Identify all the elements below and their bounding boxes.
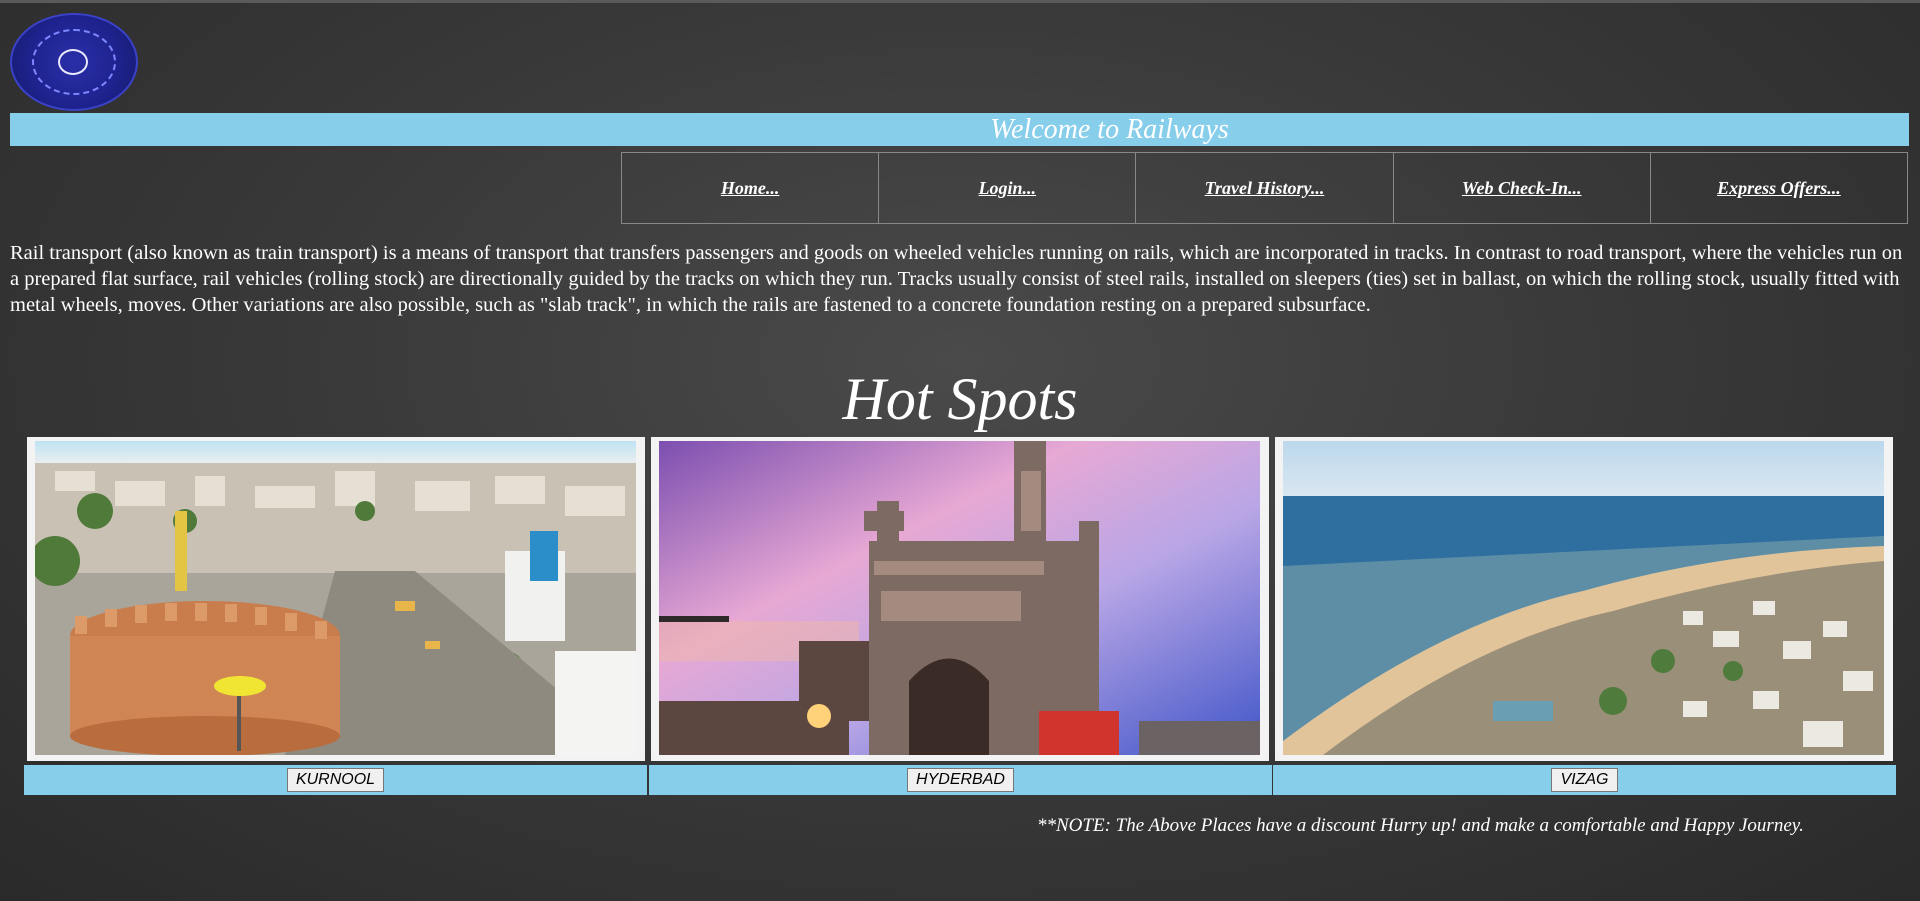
nav-link-home[interactable]: Home... — [721, 178, 780, 199]
logo-center-ring — [58, 49, 88, 75]
caption-bar-hyderbad: HYDERBAD — [649, 765, 1272, 795]
nav-cell-travel-history: Travel History... — [1136, 153, 1394, 223]
top-border — [0, 0, 1920, 3]
hyderbad-button[interactable]: HYDERBAD — [907, 768, 1014, 792]
vizag-photo[interactable] — [1283, 441, 1884, 755]
welcome-banner: Welcome to Railways — [10, 113, 1909, 146]
hotspots-title: Hot Spots — [842, 366, 1078, 432]
hotspots-heading: Hot Spots — [0, 362, 1920, 436]
nav-link-web-check-in[interactable]: Web Check-In... — [1462, 178, 1582, 199]
kurnool-photo[interactable] — [35, 441, 636, 755]
nav-cell-web-check-in: Web Check-In... — [1394, 153, 1651, 223]
caption-bar-vizag: VIZAG — [1273, 765, 1896, 795]
hotspot-card-kurnool — [27, 437, 645, 761]
hyderbad-photo[interactable] — [659, 441, 1260, 755]
hotspot-card-vizag — [1275, 437, 1893, 761]
hotspot-card-hyderbad — [651, 437, 1269, 761]
charminar-image — [659, 441, 1260, 755]
kurnool-image — [35, 441, 636, 755]
banner-title: Welcome to Railways — [990, 114, 1229, 145]
kurnool-button[interactable]: KURNOOL — [286, 768, 385, 792]
nav-cell-home: Home... — [622, 153, 880, 223]
nav-link-login[interactable]: Login... — [979, 178, 1037, 199]
nav-link-travel-history[interactable]: Travel History... — [1205, 178, 1325, 199]
nav-cell-express-offers: Express Offers... — [1651, 153, 1907, 223]
discount-note: **NOTE: The Above Places have a discount… — [1037, 815, 1804, 836]
nav-link-express-offers[interactable]: Express Offers... — [1717, 178, 1841, 199]
caption-bar-kurnool: KURNOOL — [24, 765, 647, 795]
nav-cell-login: Login... — [879, 153, 1137, 223]
vizag-button[interactable]: VIZAG — [1551, 768, 1618, 792]
intro-paragraph: Rail transport (also known as train tran… — [10, 242, 1903, 316]
vizag-image — [1283, 441, 1884, 755]
main-nav: Home... Login... Travel History... Web C… — [621, 152, 1908, 224]
indian-railways-logo-icon — [10, 13, 138, 111]
